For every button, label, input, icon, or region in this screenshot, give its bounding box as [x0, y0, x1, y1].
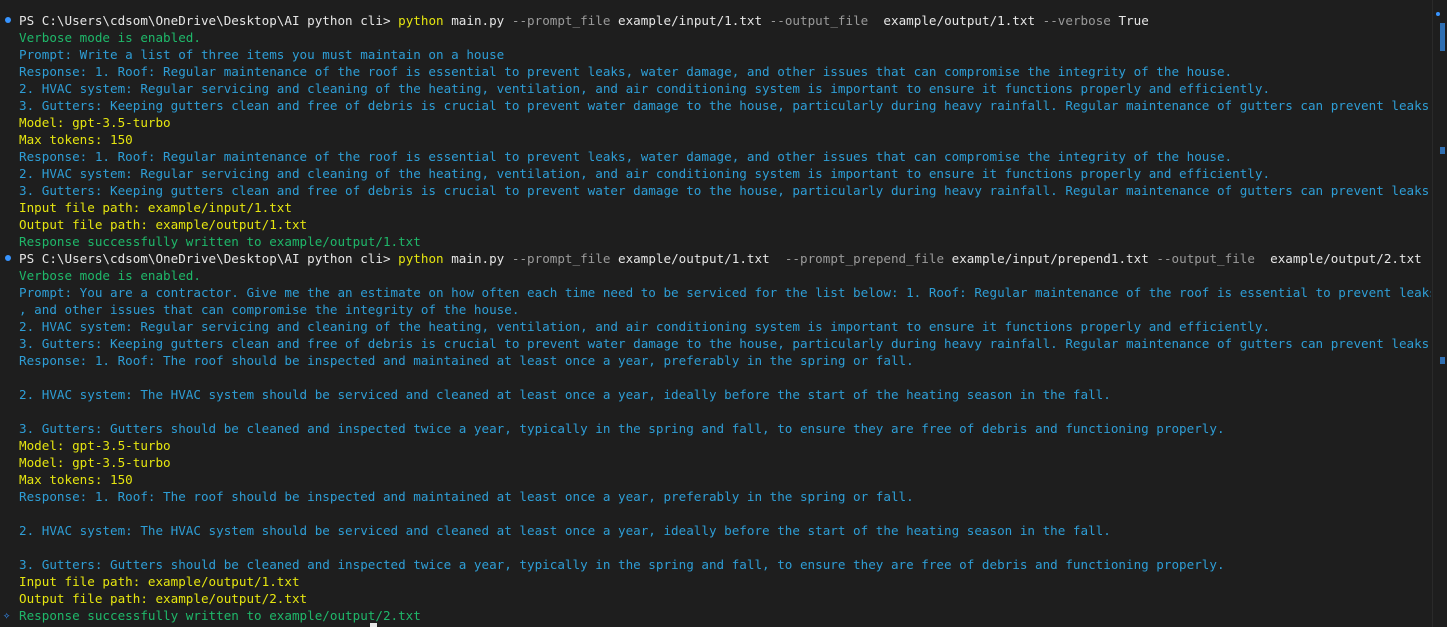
- output-text: Prompt: You are a contractor. Give me th…: [19, 285, 1431, 300]
- command-segment: True: [1110, 13, 1149, 28]
- output-line: Response: 1. Roof: Regular maintenance o…: [19, 148, 1431, 165]
- output-text: Output file path: example/output/2.txt: [19, 591, 308, 606]
- output-text: 2. HVAC system: The HVAC system should b…: [19, 523, 1111, 538]
- output-text: Response: 1. Roof: The roof should be in…: [19, 353, 914, 368]
- command-segment: --prompt_file: [511, 251, 611, 266]
- output-line: Response successfully written to example…: [19, 233, 1431, 250]
- output-text: 3. Gutters: Gutters should be cleaned an…: [19, 557, 1225, 572]
- output-text: Response: 1. Roof: Regular maintenance o…: [19, 149, 1233, 164]
- output-text: Max tokens: 150: [19, 132, 133, 147]
- output-text: Model: gpt-3.5-turbo: [19, 115, 171, 130]
- output-line: Model: gpt-3.5-turbo: [19, 454, 1431, 471]
- output-line: Response: 1. Roof: The roof should be in…: [19, 352, 1431, 369]
- output-line: Response: 1. Roof: The roof should be in…: [19, 488, 1431, 505]
- output-line: 3. Gutters: Gutters should be cleaned an…: [19, 420, 1431, 437]
- output-text: 2. HVAC system: Regular servicing and cl…: [19, 81, 1271, 96]
- output-text: 3. Gutters: Gutters should be cleaned an…: [19, 421, 1225, 436]
- output-line: Max tokens: 150: [19, 131, 1431, 148]
- output-text: 3. Gutters: Keeping gutters clean and fr…: [19, 336, 1431, 351]
- output-line: Model: gpt-3.5-turbo: [19, 114, 1431, 131]
- command-segment: --verbose: [1042, 13, 1111, 28]
- output-line: , and other issues that can compromise t…: [19, 301, 1431, 318]
- command-segment: example/input/prepend1.txt: [944, 251, 1157, 266]
- output-text: Prompt: Write a list of three items you …: [19, 47, 505, 62]
- command-segment: --prompt_prepend_file: [784, 251, 945, 266]
- output-line: Model: gpt-3.5-turbo: [19, 437, 1431, 454]
- output-line: Prompt: Write a list of three items you …: [19, 46, 1431, 63]
- output-line: Verbose mode is enabled.: [19, 29, 1431, 46]
- command-segment: python: [398, 251, 444, 266]
- output-line: 2. HVAC system: Regular servicing and cl…: [19, 80, 1431, 97]
- scroll-marker: [1440, 147, 1445, 154]
- command-decoration-dot-icon[interactable]: [5, 17, 11, 23]
- output-line: Output file path: example/output/1.txt: [19, 216, 1431, 233]
- output-text: Response: 1. Roof: Regular maintenance o…: [19, 64, 1233, 79]
- output-text: Response successfully written to example…: [19, 234, 421, 249]
- output-line: Prompt: You are a contractor. Give me th…: [19, 284, 1431, 301]
- command-segment: main.py: [443, 13, 512, 28]
- output-text: 2. HVAC system: The HVAC system should b…: [19, 387, 1111, 402]
- output-line: Response: 1. Roof: Regular maintenance o…: [19, 63, 1431, 80]
- command-segment: python: [398, 13, 444, 28]
- command-segment: example/output/1.txt: [868, 13, 1043, 28]
- vertical-scrollbar[interactable]: [1432, 0, 1447, 627]
- output-line: 2. HVAC system: Regular servicing and cl…: [19, 165, 1431, 182]
- output-line: Output file path: example/output/2.txt: [19, 590, 1431, 607]
- output-line: 2. HVAC system: Regular servicing and cl…: [19, 318, 1431, 335]
- command-segment: --output_file: [1156, 251, 1255, 266]
- output-line: Input file path: example/input/1.txt: [19, 199, 1431, 216]
- output-text: Verbose mode is enabled.: [19, 30, 201, 45]
- output-line: 3. Gutters: Keeping gutters clean and fr…: [19, 182, 1431, 199]
- command-segment: --prompt_file: [511, 13, 611, 28]
- output-text: Verbose mode is enabled.: [19, 268, 201, 283]
- command-segment: PS C:\Users\cdsom\OneDrive\Desktop\AI py…: [19, 13, 399, 28]
- output-line: 3. Gutters: Gutters should be cleaned an…: [19, 556, 1431, 573]
- text-cursor: [370, 623, 377, 627]
- output-text: , and other issues that can compromise t…: [19, 302, 520, 317]
- command-line: PS C:\Users\cdsom\OneDrive\Desktop\AI py…: [19, 250, 1431, 267]
- sparkle-icon[interactable]: ✧: [3, 607, 15, 622]
- scroll-overview-dot-icon: [1436, 12, 1440, 16]
- output-text: Model: gpt-3.5-turbo: [19, 455, 171, 470]
- output-text: Input file path: example/output/1.txt: [19, 574, 300, 589]
- output-line: 3. Gutters: Keeping gutters clean and fr…: [19, 335, 1431, 352]
- output-text: 3. Gutters: Keeping gutters clean and fr…: [19, 98, 1431, 113]
- output-text: Output file path: example/output/1.txt: [19, 217, 308, 232]
- output-line: Max tokens: 150: [19, 471, 1431, 488]
- output-text: Response successfully written to example…: [19, 608, 421, 623]
- output-line: Input file path: example/output/1.txt: [19, 573, 1431, 590]
- command-decoration-dot-icon[interactable]: [5, 255, 11, 261]
- command-segment: --verbose: [1429, 251, 1431, 266]
- command-segment: --output_file: [769, 13, 869, 28]
- output-text: 2. HVAC system: Regular servicing and cl…: [19, 166, 1271, 181]
- output-text: Model: gpt-3.5-turbo: [19, 438, 171, 453]
- output-text: Response: 1. Roof: The roof should be in…: [19, 489, 914, 504]
- command-segment: example/input/1.txt: [610, 13, 770, 28]
- output-text: Input file path: example/input/1.txt: [19, 200, 292, 215]
- terminal-output: PS C:\Users\cdsom\OneDrive\Desktop\AI py…: [19, 12, 1431, 624]
- terminal-panel[interactable]: PS C:\Users\cdsom\OneDrive\Desktop\AI py…: [0, 0, 1447, 627]
- scroll-marker: [1440, 357, 1445, 364]
- scrollbar-thumb[interactable]: [1440, 23, 1445, 51]
- output-text: Max tokens: 150: [19, 472, 133, 487]
- command-segment: PS C:\Users\cdsom\OneDrive\Desktop\AI py…: [19, 251, 399, 266]
- output-line: 3. Gutters: Keeping gutters clean and fr…: [19, 97, 1431, 114]
- output-line: Verbose mode is enabled.: [19, 267, 1431, 284]
- output-text: 3. Gutters: Keeping gutters clean and fr…: [19, 183, 1431, 198]
- output-text: 2. HVAC system: Regular servicing and cl…: [19, 319, 1271, 334]
- output-line: 2. HVAC system: The HVAC system should b…: [19, 386, 1431, 403]
- command-segment: example/output/2.txt: [1254, 251, 1430, 266]
- output-line: 2. HVAC system: The HVAC system should b…: [19, 522, 1431, 539]
- command-segment: main.py: [443, 251, 512, 266]
- output-line: Response successfully written to example…: [19, 607, 1431, 624]
- command-segment: example/output/1.txt: [610, 251, 785, 266]
- command-line: PS C:\Users\cdsom\OneDrive\Desktop\AI py…: [19, 12, 1431, 29]
